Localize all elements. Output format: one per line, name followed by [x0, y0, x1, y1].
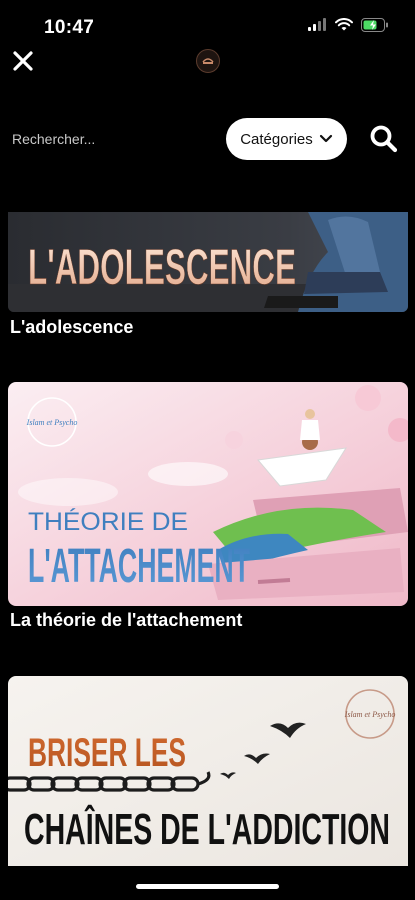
categories-label: Catégories [240, 130, 313, 148]
thumbnail-title-line2: CHAÎNES DE L'ADDICTION [24, 804, 390, 854]
course-thumbnail: L'ADOLESCENCE [8, 212, 408, 312]
thumbnail-title-line1: THÉORIE DE [28, 507, 188, 536]
logo-text: Islam et Psycho [26, 418, 78, 427]
course-thumbnail: Islam et Psycho THÉORIE DE L'ATTACHEMENT [8, 382, 408, 606]
course-title[interactable]: L'adolescence [10, 317, 133, 338]
categories-button[interactable]: Catégories [226, 118, 347, 160]
chevron-down-icon [319, 134, 332, 143]
course-thumbnail: Islam et Psycho BRISER LES CHAÎNES DE L'… [8, 676, 408, 866]
cellular-signal-icon [308, 18, 326, 31]
search-icon[interactable] [368, 123, 400, 155]
search-input[interactable] [10, 122, 214, 156]
status-time: 10:47 [44, 17, 95, 38]
course-card-addiction[interactable]: Islam et Psycho BRISER LES CHAÎNES DE L'… [8, 676, 408, 866]
course-card-attachment[interactable]: Islam et Psycho THÉORIE DE L'ATTACHEMENT [8, 382, 408, 606]
search-bar: Catégories [0, 116, 415, 162]
thumbnail-title-text: L'ADOLESCENCE [28, 239, 296, 295]
app-header [0, 44, 415, 80]
wifi-icon [335, 18, 353, 31]
home-indicator[interactable] [136, 884, 279, 889]
course-title[interactable]: La théorie de l'attachement [10, 610, 242, 631]
status-icons [307, 18, 389, 32]
thumbnail-title-line2: L'ATTACHEMENT [28, 540, 250, 593]
logo-text: Islam et Psycho [344, 710, 396, 719]
battery-charging-icon [361, 18, 388, 32]
close-icon[interactable] [10, 48, 36, 74]
app-logo-icon [196, 49, 220, 73]
thumbnail-title-line1: BRISER LES [28, 731, 186, 775]
course-card-adolescence[interactable]: L'ADOLESCENCE [8, 212, 408, 312]
